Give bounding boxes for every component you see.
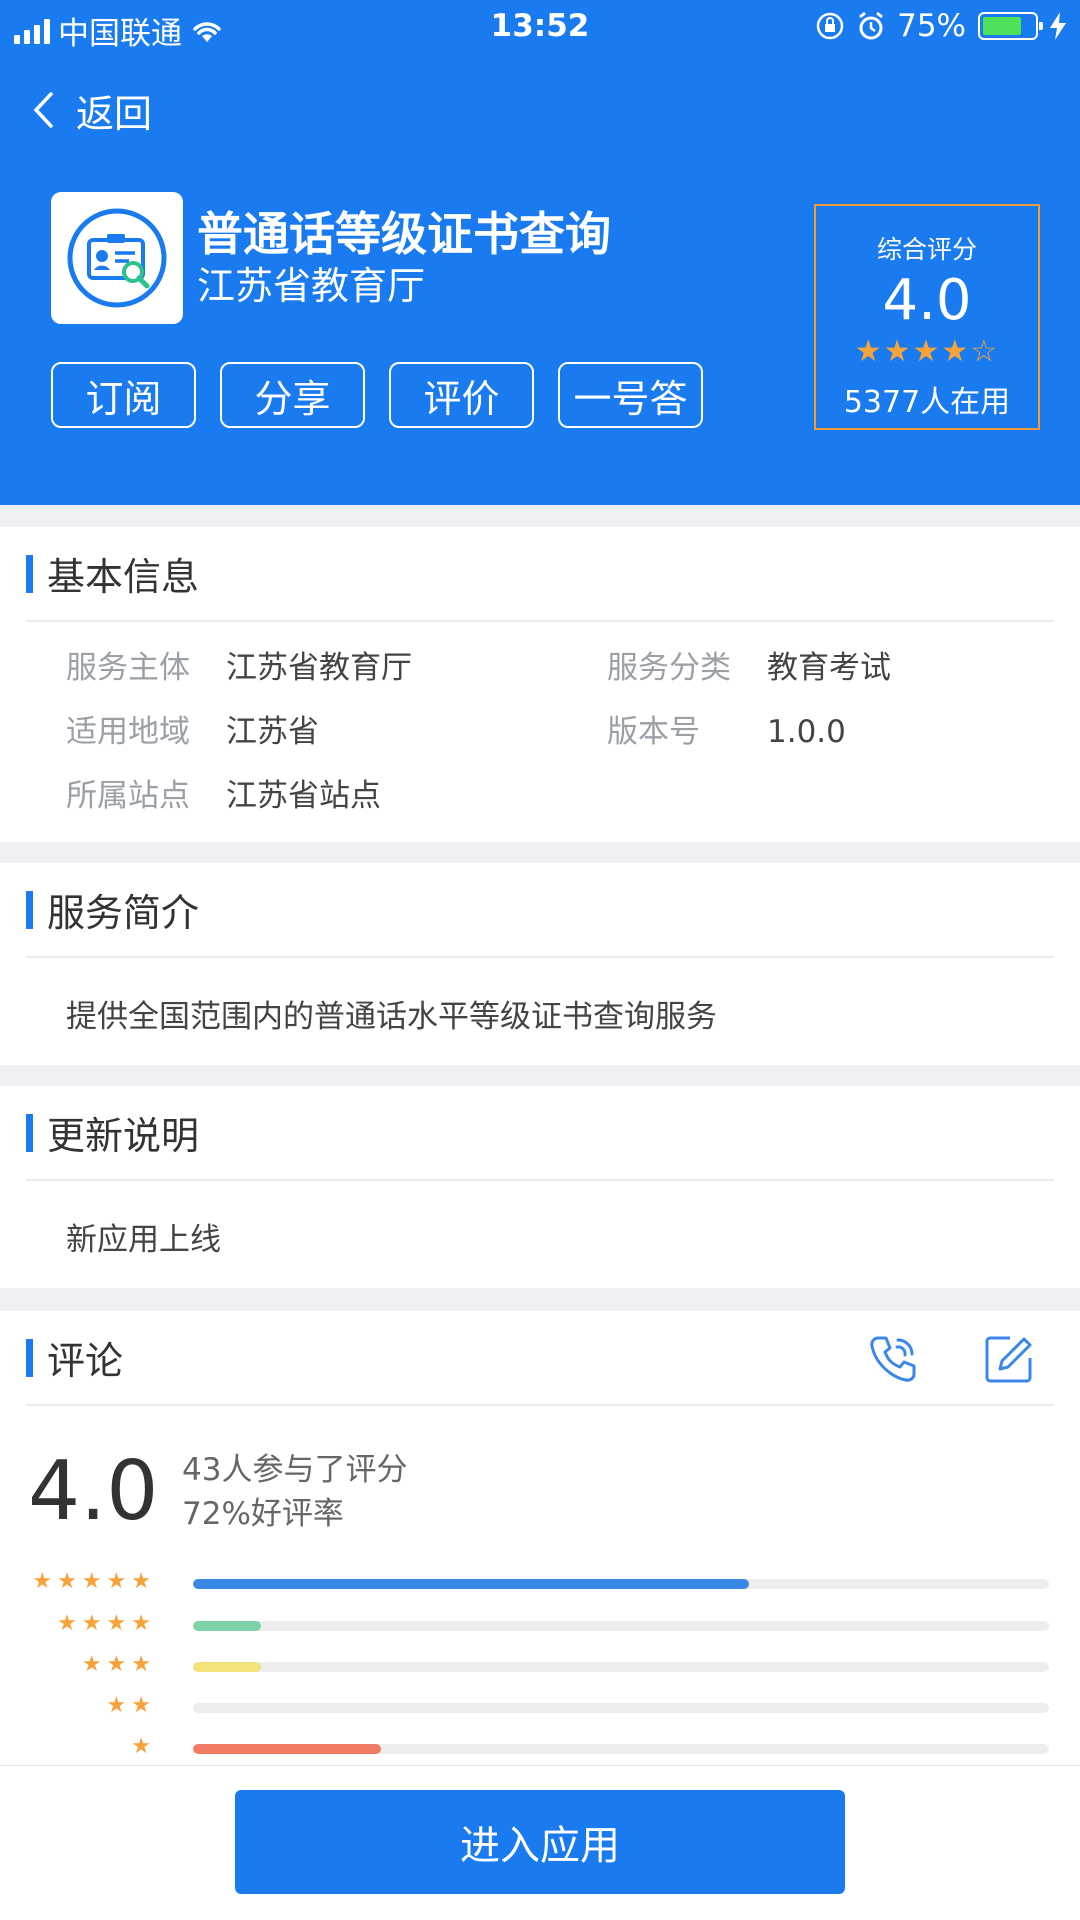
distribution-fill	[193, 1621, 262, 1631]
share-button[interactable]: 分享	[220, 362, 365, 428]
rating-score: 4.0	[882, 268, 972, 333]
distribution-row: ★★★★	[0, 1611, 1080, 1641]
rating-users: 5377人在用	[843, 385, 1011, 420]
info-item: 服务主体 江苏省教育厅	[66, 642, 412, 687]
app-header: 中国联通 13:52 75% 返回 普通话等级证书查询 江苏省教育厅 订阅 分享…	[0, 0, 1080, 505]
info-key: 版本号	[607, 714, 700, 750]
info-key: 服务主体	[66, 650, 190, 686]
info-key: 适用地域	[66, 714, 190, 750]
participants-text: 43人参与了评分	[182, 1452, 408, 1488]
section-header: 更新说明	[26, 1086, 1054, 1181]
score-summary: 4.0 43人参与了评分 72%好评率	[0, 1406, 1080, 1571]
distribution-stars: ★★	[106, 1693, 156, 1718]
basic-info-section: 基本信息 服务主体 江苏省教育厅 服务分类 教育考试 适用地域 江苏省 版本号 1.0.…	[0, 527, 1080, 842]
battery-fill	[983, 17, 1021, 35]
charging-icon	[1050, 12, 1066, 40]
info-item: 版本号 1.0.0	[607, 706, 846, 751]
section-accent	[26, 890, 33, 929]
score-meta: 43人参与了评分 72%好评率	[182, 1448, 407, 1536]
action-buttons: 订阅 分享 评价 一号答	[51, 362, 703, 428]
section-accent	[26, 1113, 33, 1152]
info-key: 所属站点	[66, 778, 190, 814]
distribution-stars: ★	[131, 1734, 156, 1759]
info-item: 所属站点 江苏省站点	[66, 770, 381, 815]
info-key: 服务分类	[607, 650, 731, 686]
distribution-track	[193, 1579, 1049, 1589]
chevron-left-icon	[33, 92, 53, 128]
back-label: 返回	[76, 91, 153, 136]
status-right: 75%	[815, 8, 1066, 44]
section-title: 服务简介	[47, 891, 200, 935]
distribution-row: ★★	[0, 1693, 1080, 1723]
section-header: 基本信息	[26, 527, 1054, 622]
info-value: 教育考试	[767, 650, 891, 686]
comments-section: 评论 4.0 43人参与了评分 72%好评率 ★★★★★ ★★★★ ★★★ ★★…	[0, 1311, 1080, 1765]
distribution-fill	[193, 1579, 750, 1589]
overall-rating-box: 综合评分 4.0 ★★★★☆ 5377人在用	[814, 204, 1040, 430]
info-item: 适用地域 江苏省	[66, 706, 319, 751]
info-item: 服务分类 教育考试	[607, 642, 891, 687]
info-grid: 服务主体 江苏省教育厅 服务分类 教育考试 适用地域 江苏省 版本号 1.0.0 所属站…	[0, 622, 1080, 827]
intro-text: 提供全国范围内的普通话水平等级证书查询服务	[66, 998, 717, 1035]
section-title: 基本信息	[47, 555, 200, 599]
info-value: 江苏省站点	[226, 778, 381, 814]
section-accent	[26, 554, 33, 593]
intro-section: 服务简介 提供全国范围内的普通话水平等级证书查询服务	[0, 863, 1080, 1065]
distribution-fill	[193, 1662, 262, 1672]
subscribe-button[interactable]: 订阅	[51, 362, 196, 428]
distribution-row: ★★★★★	[0, 1569, 1080, 1599]
distribution-row: ★	[0, 1734, 1080, 1764]
app-org: 江苏省教育厅	[197, 264, 426, 308]
update-text: 新应用上线	[66, 1221, 221, 1258]
phone-icon[interactable]	[866, 1332, 920, 1386]
distribution-track	[193, 1744, 1049, 1754]
distribution-stars: ★★★★	[57, 1611, 156, 1636]
section-accent	[26, 1338, 33, 1377]
distribution-track	[193, 1703, 1049, 1713]
edit-icon[interactable]	[984, 1334, 1034, 1384]
distribution-track	[193, 1621, 1049, 1631]
service-detail-page: 中国联通 13:52 75% 返回 普通话等级证书查询 江苏省教育厅 订阅 分享…	[0, 0, 1080, 1920]
section-title: 评论	[47, 1339, 124, 1383]
rotation-lock-icon	[816, 12, 844, 40]
info-value: 江苏省教育厅	[226, 650, 412, 686]
info-value: 江苏省	[226, 714, 319, 750]
comment-score: 4.0	[28, 1444, 159, 1539]
id-card-search-icon	[67, 208, 167, 308]
rating-stars: ★★★★☆	[854, 334, 1000, 369]
positive-rate-text: 72%好评率	[182, 1496, 344, 1532]
alarm-icon	[859, 11, 884, 40]
section-title: 更新说明	[47, 1114, 200, 1158]
battery-percent: 75%	[897, 8, 966, 44]
distribution-fill	[193, 1744, 382, 1754]
distribution-stars: ★★★★★	[32, 1569, 156, 1594]
hotline-answer-button[interactable]: 一号答	[558, 362, 703, 428]
comment-actions	[866, 1311, 1034, 1406]
battery-icon	[978, 12, 1043, 40]
rating-label: 综合评分	[876, 235, 977, 264]
distribution-track	[193, 1662, 1049, 1672]
section-header: 服务简介	[26, 863, 1054, 958]
rate-button[interactable]: 评价	[389, 362, 534, 428]
enter-app-button[interactable]: 进入应用	[235, 1790, 845, 1894]
distribution-stars: ★★★	[81, 1652, 156, 1677]
back-button[interactable]: 返回	[32, 82, 152, 138]
status-bar: 中国联通 13:52 75%	[0, 0, 1080, 54]
distribution-row: ★★★	[0, 1652, 1080, 1682]
app-logo	[51, 192, 183, 324]
update-section: 更新说明 新应用上线	[0, 1086, 1080, 1288]
bottom-bar: 进入应用	[0, 1765, 1080, 1920]
info-value: 1.0.0	[767, 714, 846, 750]
